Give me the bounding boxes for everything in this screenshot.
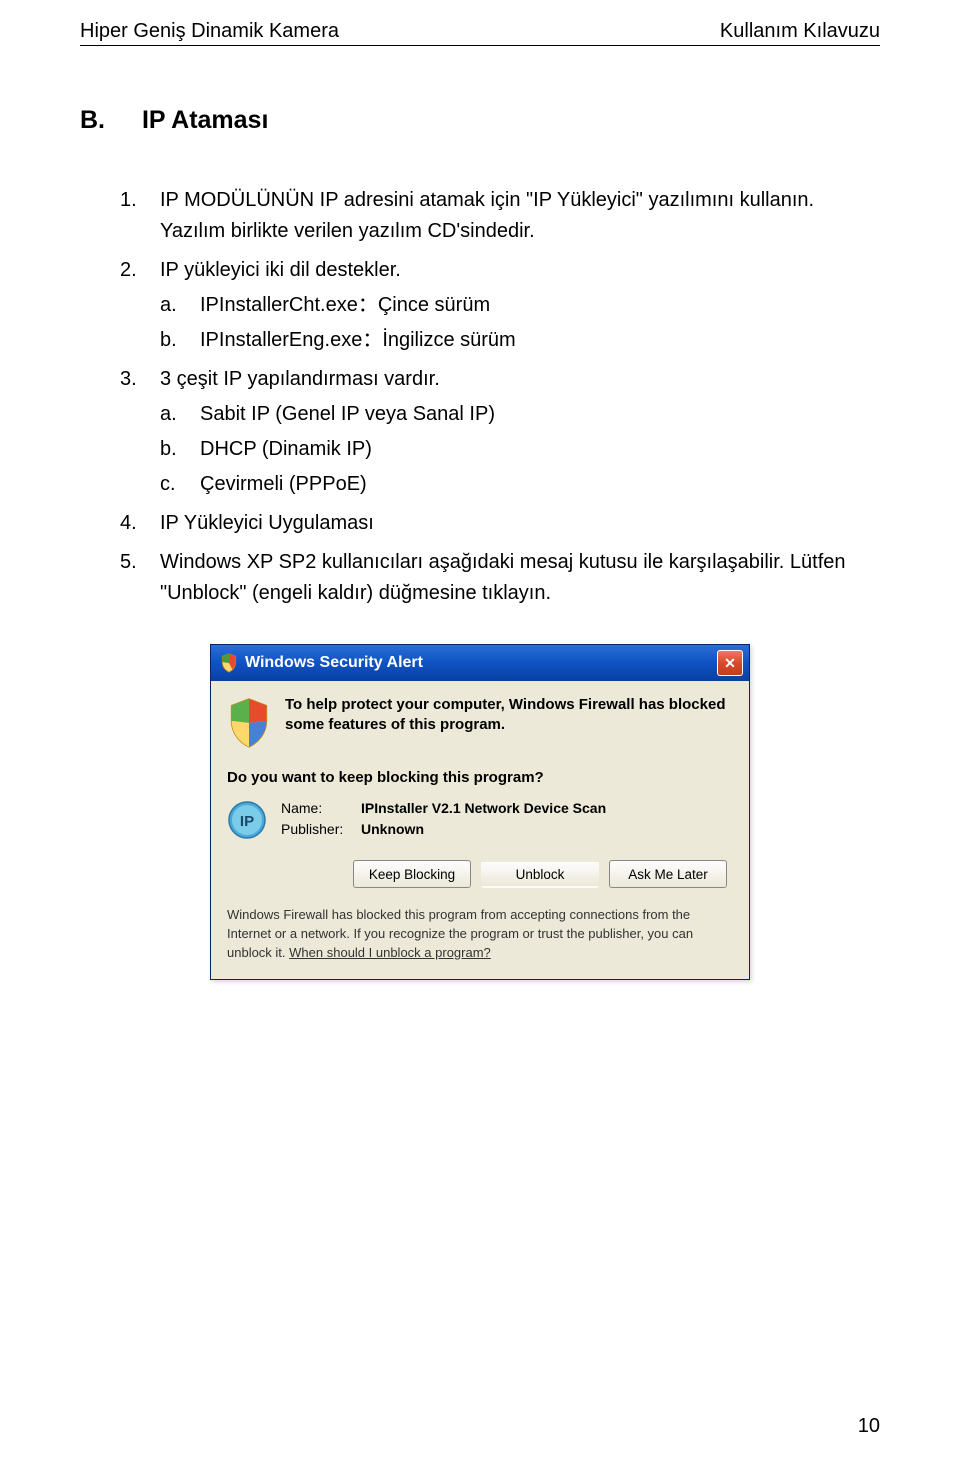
sub-item-3c: Çevirmeli (PPPoE) [160,469,880,500]
page-number: 10 [858,1415,880,1438]
list-item-1: IP MODÜLÜNÜN IP adresini atamak için "IP… [80,185,880,247]
section-letter: B. [80,106,135,135]
list-item-3: 3 çeşit IP yapılandırması vardır. Sabit … [80,364,880,500]
dialog-info-row: IP Name: IPInstaller V2.1 Network Device… [227,798,733,840]
close-icon: ✕ [724,655,736,672]
dialog-top-text: To help protect your computer, Windows F… [285,695,733,749]
main-list: IP MODÜLÜNÜN IP adresini atamak için "IP… [80,185,880,609]
page-header: Hiper Geniş Dinamik Kamera Kullanım Kıla… [80,20,880,46]
list-item-4: IP Yükleyici Uygulaması [80,508,880,539]
list-item-2: IP yükleyici iki dil destekler. IPInstal… [80,255,880,356]
name-label: Name: [281,798,361,819]
ask-later-button[interactable]: Ask Me Later [609,860,727,888]
sub-item-3a: Sabit IP (Genel IP veya Sanal IP) [160,399,880,430]
publisher-value: Unknown [361,819,424,840]
close-button[interactable]: ✕ [717,650,743,676]
header-right: Kullanım Kılavuzu [720,20,880,43]
name-value: IPInstaller V2.1 Network Device Scan [361,798,606,819]
section-title-text: IP Ataması [142,106,268,134]
shield-small-icon [219,653,239,673]
dialog-body: To help protect your computer, Windows F… [211,681,749,979]
list-item-1-text-b: Yazılım birlikte verilen yazılım CD'sind… [160,220,535,242]
dialog-title: Windows Security Alert [245,654,717,672]
unblock-button[interactable]: Unblock [481,860,599,888]
sub-list-3: Sabit IP (Genel IP veya Sanal IP) DHCP (… [160,399,880,500]
section-heading: B. IP Ataması [80,106,880,135]
sub-item-2b: IPInstallerEng.exe：İngilizce sürüm [160,325,880,356]
program-info: Name: IPInstaller V2.1 Network Device Sc… [281,798,606,840]
dialog-footer-text: Windows Firewall has blocked this progra… [227,906,733,963]
dialog-question: Do you want to keep blocking this progra… [227,769,733,786]
program-icon: IP [227,800,267,840]
sub-item-2a: IPInstallerCht.exe：Çince sürüm [160,290,880,321]
keep-blocking-button[interactable]: Keep Blocking [353,860,471,888]
dialog-wrapper: Windows Security Alert ✕ To help protect… [80,644,880,980]
list-item-1-text: IP MODÜLÜNÜN IP adresini atamak için "IP… [160,189,814,211]
svg-text:IP: IP [240,813,254,830]
shield-large-icon [227,697,271,749]
publisher-label: Publisher: [281,819,361,840]
dialog-button-row: Keep Blocking Unblock Ask Me Later [227,860,733,888]
footer-help-link[interactable]: When should I unblock a program? [289,945,491,960]
dialog-titlebar[interactable]: Windows Security Alert ✕ [211,645,749,681]
list-item-2-text: IP yükleyici iki dil destekler. [160,259,401,281]
dialog-top-row: To help protect your computer, Windows F… [227,695,733,749]
list-item-5: Windows XP SP2 kullanıcıları aşağıdaki m… [80,547,880,609]
list-item-3-text: 3 çeşit IP yapılandırması vardır. [160,368,440,390]
header-left: Hiper Geniş Dinamik Kamera [80,20,339,43]
sub-list-2: IPInstallerCht.exe：Çince sürüm IPInstall… [160,290,880,356]
windows-security-alert-dialog: Windows Security Alert ✕ To help protect… [210,644,750,980]
sub-item-3b: DHCP (Dinamik IP) [160,434,880,465]
